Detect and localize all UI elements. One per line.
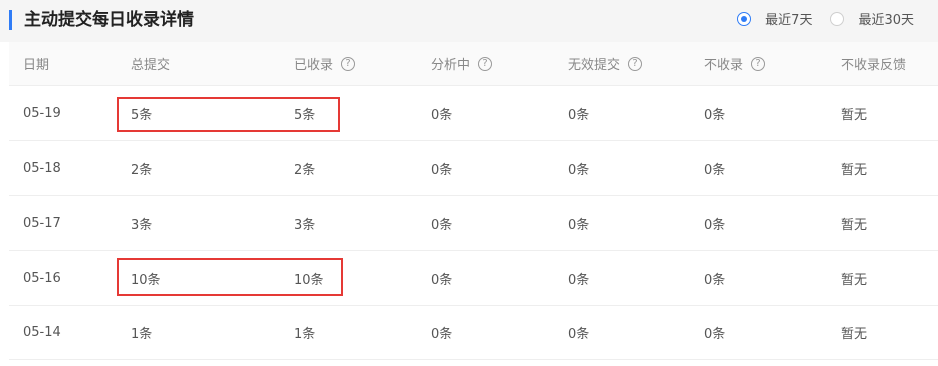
table-row: 05-16 10条 10条 0条 0条 0条 暂无 [9,250,938,305]
date-range-selector: 最近7天 最近30天 [719,9,914,28]
cell-analyzing: 0条 [431,217,453,233]
title-accent-bar [9,10,12,30]
range-option-30-days[interactable]: 最近30天 [830,9,914,28]
cell-analyzing: 0条 [431,107,453,123]
table-row: 05-19 5条 5条 0条 0条 0条 暂无 [9,85,938,140]
radio-selected-icon[interactable] [737,11,752,26]
table-row: 05-14 1条 1条 0条 0条 0条 暂无 [9,305,938,360]
column-header-date: 日期 [23,58,50,73]
cell-date: 05-17 [23,215,61,231]
table-row: 05-18 2条 2条 0条 0条 0条 暂无 [9,140,938,195]
cell-total-submitted: 1条 [131,327,153,342]
cell-analyzing: 0条 [431,162,453,178]
cell-total-submitted: 2条 [131,162,153,178]
section-title: 主动提交每日收录详情 [24,10,194,30]
cell-invalid: 0条 [568,327,590,342]
column-header-invalid: 无效提交? [568,42,643,85]
cell-date: 05-16 [23,270,61,286]
column-header-analyzing: 分析中? [431,42,493,85]
column-header-total-submitted: 总提交 [131,58,171,73]
cell-not-indexed: 0条 [704,107,726,123]
cell-total-submitted: 5条 [131,107,153,123]
help-icon[interactable]: ? [751,56,766,71]
cell-invalid: 0条 [568,107,590,123]
section-header: 主动提交每日收录详情 最近7天 最近30天 [0,0,938,42]
cell-indexed: 5条 [294,107,316,123]
cell-date: 05-19 [23,105,61,121]
range-option-label: 最近7天 [765,13,813,28]
cell-not-indexed: 0条 [704,272,726,288]
range-option-7-days[interactable]: 最近7天 [737,9,812,28]
cell-analyzing: 0条 [431,327,453,342]
cell-date: 05-18 [23,160,61,176]
cell-indexed: 2条 [294,162,316,178]
range-option-label: 最近30天 [858,13,914,28]
cell-analyzing: 0条 [431,272,453,288]
help-icon[interactable]: ? [478,56,493,71]
cell-feedback: 暂无 [841,327,868,342]
cell-feedback: 暂无 [841,217,868,233]
cell-invalid: 0条 [568,272,590,288]
cell-not-indexed: 0条 [704,162,726,178]
table-header: 日期 总提交 已收录? 分析中? 无效提交? 不收录? 不收录反馈 [9,42,938,85]
cell-not-indexed: 0条 [704,217,726,233]
cell-date: 05-14 [23,325,61,340]
cell-total-submitted: 3条 [131,217,153,233]
cell-indexed: 10条 [294,272,324,288]
daily-index-table: 日期 总提交 已收录? 分析中? 无效提交? 不收录? 不收录反馈 05-19 … [9,42,938,360]
cell-feedback: 暂无 [841,272,868,288]
cell-total-submitted: 10条 [131,272,161,288]
cell-feedback: 暂无 [841,162,868,178]
column-header-not-indexed: 不收录? [704,42,766,85]
cell-indexed: 1条 [294,327,316,342]
cell-invalid: 0条 [568,217,590,233]
cell-feedback: 暂无 [841,107,868,123]
table-row: 05-17 3条 3条 0条 0条 0条 暂无 [9,195,938,250]
column-header-indexed: 已收录? [294,42,356,85]
cell-not-indexed: 0条 [704,327,726,342]
help-icon[interactable]: ? [341,56,356,71]
help-icon[interactable]: ? [628,56,643,71]
radio-unselected-icon[interactable] [830,11,845,26]
column-header-feedback: 不收录反馈 [841,58,907,73]
cell-invalid: 0条 [568,162,590,178]
cell-indexed: 3条 [294,217,316,233]
